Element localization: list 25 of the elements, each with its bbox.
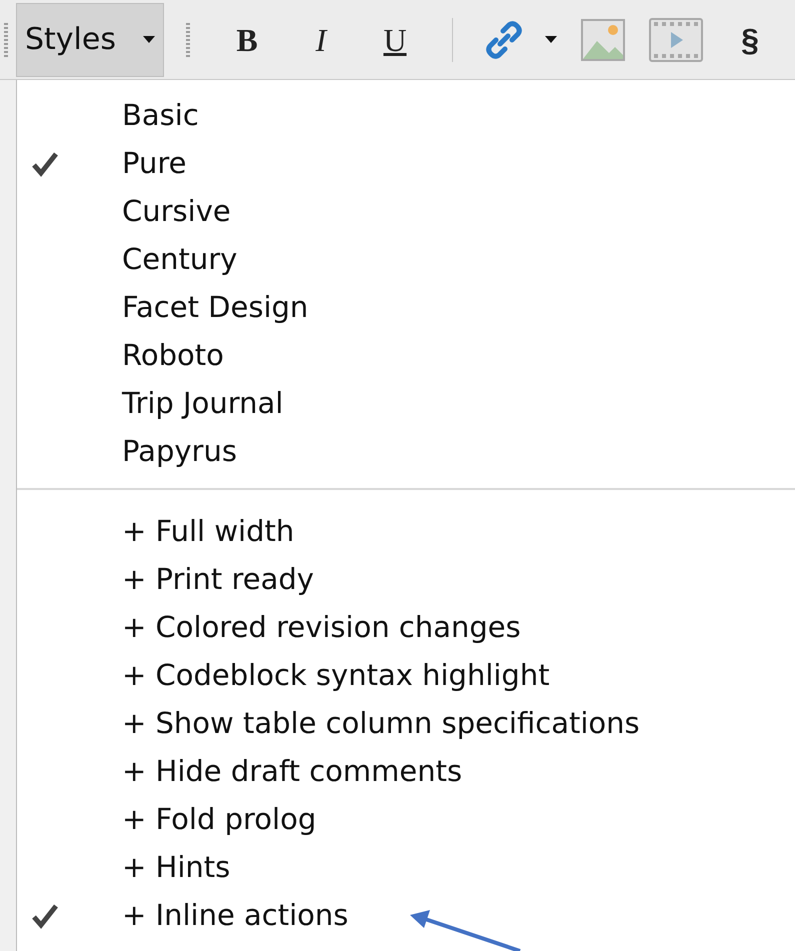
caret-icon xyxy=(143,36,155,43)
menu-item[interactable]: Trip Journal xyxy=(122,382,284,426)
menu-item[interactable]: + Show table column specifications xyxy=(122,702,640,746)
italic-button[interactable]: I xyxy=(284,16,358,64)
menu-item[interactable]: + Full width xyxy=(122,510,294,554)
menu-item[interactable]: + Inline actions xyxy=(122,894,348,938)
menu-item[interactable]: Facet Design xyxy=(122,286,308,330)
menu-item[interactable]: Basic xyxy=(122,94,199,138)
bold-button[interactable]: B xyxy=(210,16,284,64)
menu-item[interactable]: Papyrus xyxy=(122,430,237,474)
link-icon[interactable] xyxy=(483,18,525,60)
menu-item[interactable]: + Hide draft comments xyxy=(122,750,462,794)
menu-item[interactable]: + Hints xyxy=(122,846,230,890)
menu-item[interactable]: Roboto xyxy=(122,334,224,378)
menu-item[interactable]: Pure xyxy=(122,142,186,186)
menu-item[interactable]: + Codeblock syntax highlight xyxy=(122,654,550,698)
underline-button[interactable]: U xyxy=(358,16,432,64)
menu-item[interactable]: + Print ready xyxy=(122,558,314,602)
menu-item[interactable]: + Fold prolog xyxy=(122,798,316,842)
section-button[interactable]: § xyxy=(713,16,787,64)
menu-item[interactable]: Cursive xyxy=(122,190,231,234)
menu-item[interactable]: + Colored revision changes xyxy=(122,606,521,650)
styles-dropdown[interactable]: Styles xyxy=(16,2,164,76)
caret-icon[interactable] xyxy=(545,36,557,43)
menu-item[interactable]: Century xyxy=(122,238,238,282)
